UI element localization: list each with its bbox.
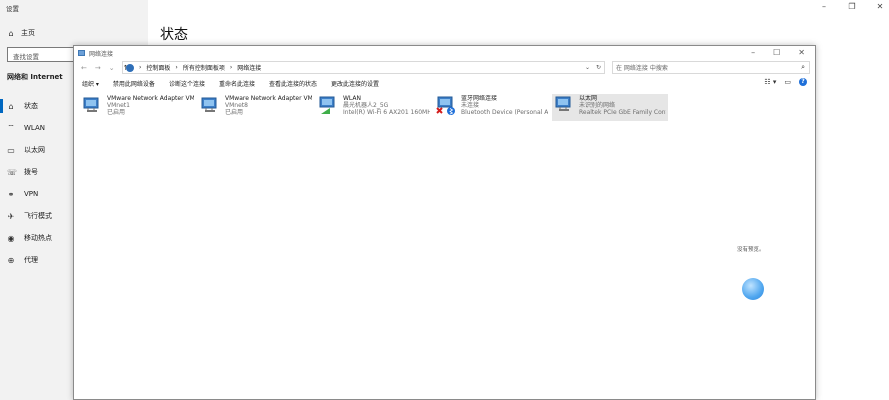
connection-line2: Realtek PCIe GbE Family Contr... bbox=[579, 109, 666, 116]
chevron-right-icon[interactable]: › bbox=[175, 64, 177, 71]
connection-vmnet8[interactable]: VMware Network Adapter VMnet8 VMnet8 已启用 bbox=[198, 94, 314, 121]
settings-window-controls: – ❐ ✕ bbox=[819, 2, 885, 11]
command-bar: 组织 ▾ 禁用此网络设备 诊断这个连接 重命名此连接 查看此连接的状态 更改此连… bbox=[74, 77, 815, 90]
nav-label: 以太网 bbox=[24, 146, 45, 154]
rename-button[interactable]: 重命名此连接 bbox=[219, 79, 255, 88]
netwin-titlebar: 网络连接 – ☐ ✕ bbox=[74, 46, 815, 60]
connection-name: 以太网 bbox=[579, 95, 598, 102]
view-status-button[interactable]: 查看此连接的状态 bbox=[269, 79, 317, 88]
no-preview-text: 没有预览。 bbox=[737, 247, 765, 253]
nav-label: 代理 bbox=[24, 256, 38, 264]
ethernet-icon: ▭ bbox=[7, 145, 15, 155]
maximize-icon[interactable]: ❐ bbox=[847, 2, 857, 11]
refresh-icon[interactable]: ↻ bbox=[596, 64, 601, 71]
home-label: 主页 bbox=[21, 29, 35, 37]
connection-name: WLAN bbox=[343, 95, 362, 102]
connection-name: VMware Network Adapter VMnet8 bbox=[225, 95, 312, 102]
minimize-icon[interactable]: – bbox=[751, 48, 755, 57]
dropdown-chevron-icon[interactable]: ⌄ bbox=[585, 64, 590, 71]
chevron-right-icon[interactable]: › bbox=[230, 64, 232, 71]
preview-pane-icon[interactable]: ▭ bbox=[784, 78, 791, 86]
netwin-search-input[interactable]: 在 网络连接 中搜索 ⌕ bbox=[612, 61, 810, 74]
help-icon[interactable]: ? bbox=[799, 78, 807, 86]
view-controls: ☷ ▾ ▭ ? bbox=[764, 78, 807, 86]
connection-line1: 未识别的网络 bbox=[579, 102, 616, 109]
address-bar[interactable]: › 控制面板 › 所有控制面板项 › 网络连接 ⌄ ↻ bbox=[122, 61, 605, 74]
address-row: ← → ⌄ ↑ › 控制面板 › 所有控制面板项 › 网络连接 ⌄ ↻ 在 网络… bbox=[74, 61, 815, 75]
connection-vmnet1[interactable]: VMware Network Adapter VMnet1 VMnet1 已启用 bbox=[80, 94, 196, 121]
connection-line2: Bluetooth Device (Personal Ar... bbox=[461, 109, 548, 116]
connection-line2: Intel(R) Wi-Fi 6 AX201 160MHz bbox=[343, 109, 430, 116]
search-placeholder: 在 网络连接 中搜索 bbox=[616, 65, 668, 72]
breadcrumb-0[interactable]: 控制面板 bbox=[146, 63, 170, 72]
connection-name: VMware Network Adapter VMnet1 bbox=[107, 95, 194, 102]
control-panel-icon bbox=[126, 63, 134, 72]
address-actions: ⌄ ↻ bbox=[585, 64, 601, 71]
diagnose-button[interactable]: 诊断这个连接 bbox=[169, 79, 205, 88]
close-icon[interactable]: ✕ bbox=[875, 2, 885, 11]
nav-label: 状态 bbox=[24, 102, 38, 110]
connection-wlan[interactable]: WLAN 晨光机器人2_5G Intel(R) Wi-Fi 6 AX201 16… bbox=[316, 94, 432, 121]
breadcrumb-2[interactable]: 网络连接 bbox=[237, 63, 261, 72]
globe-icon: ⊕ bbox=[7, 255, 15, 265]
network-folder-icon bbox=[78, 50, 85, 56]
minimize-icon[interactable]: – bbox=[819, 2, 829, 11]
nav-label: 移动热点 bbox=[24, 234, 52, 242]
connection-line1: VMnet1 bbox=[107, 102, 130, 109]
change-settings-button[interactable]: 更改此连接的设置 bbox=[331, 79, 379, 88]
section-title: 网络和 Internet bbox=[7, 73, 63, 81]
nav-label: 拨号 bbox=[24, 168, 38, 176]
vpn-icon: ⚭ bbox=[7, 189, 15, 199]
view-options-icon[interactable]: ☷ ▾ bbox=[764, 78, 776, 86]
back-arrow-icon[interactable]: ← bbox=[81, 64, 87, 72]
nav-label: VPN bbox=[24, 190, 39, 198]
network-adapter-icon bbox=[200, 95, 220, 115]
connection-line1: VMnet8 bbox=[225, 102, 248, 109]
nav-label: 飞行模式 bbox=[24, 212, 52, 220]
network-connections-window: 网络连接 – ☐ ✕ ← → ⌄ ↑ › 控制面板 › 所有控制面板项 › 网络… bbox=[73, 45, 816, 400]
netwin-title: 网络连接 bbox=[89, 50, 114, 58]
phone-icon: ☏ bbox=[7, 167, 18, 177]
breadcrumb-1[interactable]: 所有控制面板项 bbox=[183, 63, 225, 72]
disable-device-button[interactable]: 禁用此网络设备 bbox=[113, 79, 155, 88]
house-icon: ⌂ bbox=[8, 28, 14, 38]
nav-label: WLAN bbox=[24, 124, 46, 132]
connection-bluetooth[interactable]: 蓝牙网络连接 未连接 Bluetooth Device (Personal Ar… bbox=[434, 94, 550, 121]
bluetooth-adapter-icon bbox=[436, 95, 456, 115]
home-nav-item[interactable]: ⌂ 主页 bbox=[7, 28, 35, 38]
close-icon[interactable]: ✕ bbox=[798, 48, 805, 57]
hotspot-icon: ◉ bbox=[7, 233, 15, 243]
loading-spinner-icon bbox=[742, 278, 764, 300]
settings-title: 设置 bbox=[6, 5, 19, 13]
organize-button[interactable]: 组织 ▾ bbox=[82, 79, 99, 88]
netwin-window-controls: – ☐ ✕ bbox=[751, 48, 805, 57]
status-icon: ⌂ bbox=[8, 101, 14, 111]
forward-arrow-icon[interactable]: → bbox=[95, 64, 101, 72]
connection-name: 蓝牙网络连接 bbox=[461, 95, 498, 102]
connection-ethernet[interactable]: 以太网 未识别的网络 Realtek PCIe GbE Family Contr… bbox=[552, 94, 668, 121]
network-adapter-icon bbox=[82, 95, 102, 115]
search-icon[interactable]: ⌕ bbox=[801, 63, 805, 72]
page-title: 状态 bbox=[160, 27, 188, 43]
connection-line1: 未连接 bbox=[461, 102, 480, 109]
airplane-icon: ✈ bbox=[7, 211, 15, 221]
connections-list: VMware Network Adapter VMnet1 VMnet1 已启用… bbox=[80, 94, 815, 122]
connection-line2: 已启用 bbox=[225, 109, 244, 116]
connection-line1: 晨光机器人2_5G bbox=[343, 102, 389, 109]
wifi-adapter-icon bbox=[318, 95, 338, 115]
maximize-icon[interactable]: ☐ bbox=[773, 48, 780, 57]
ethernet-adapter-icon bbox=[554, 95, 574, 115]
connection-line2: 已启用 bbox=[107, 109, 126, 116]
chevron-right-icon[interactable]: › bbox=[139, 64, 141, 71]
history-chevron-icon[interactable]: ⌄ bbox=[109, 64, 115, 72]
wifi-icon: ⌔ bbox=[7, 123, 15, 132]
